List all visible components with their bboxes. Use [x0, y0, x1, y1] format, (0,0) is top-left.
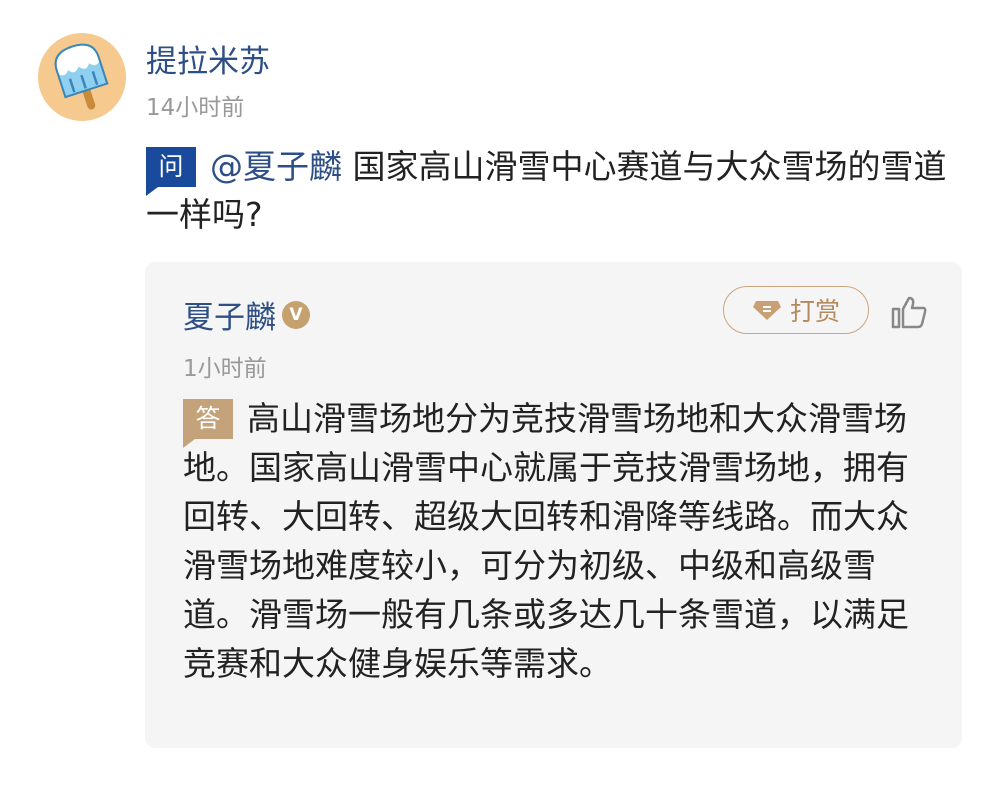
- diamond-icon: [752, 301, 781, 320]
- answer-badge: 答: [183, 399, 233, 448]
- answer-body: 答高山滑雪场地分为竞技滑雪场地和大众滑雪场地。国家高山滑雪中心就属于竞技滑雪场地…: [183, 394, 923, 688]
- like-button[interactable]: [889, 292, 929, 332]
- avatar[interactable]: [38, 33, 126, 121]
- popsicle-icon: [54, 43, 109, 110]
- tip-button[interactable]: 打赏: [723, 286, 869, 334]
- question: 问 @夏子麟 国家高山滑雪中心赛道与大众雪场的雪道一样吗?: [146, 143, 962, 239]
- question-badge: 问: [146, 147, 196, 196]
- answer-text: 高山滑雪场地分为竞技滑雪场地和大众滑雪场地。国家高山滑雪中心就属于竞技滑雪场地，…: [183, 399, 909, 683]
- answer-card: 夏子麟 V 打赏 1小时前 答高山滑雪场地分为竞技滑雪场地和大众滑雪场地。国家高…: [145, 262, 962, 748]
- mention-link[interactable]: @夏子麟: [210, 147, 342, 186]
- post-timestamp: 14小时前: [146, 95, 245, 121]
- answer-timestamp: 1小时前: [183, 356, 267, 382]
- tip-label: 打赏: [789, 297, 840, 326]
- thumbs-up-icon: [891, 296, 927, 329]
- post-author-name[interactable]: 提拉米苏: [146, 36, 270, 81]
- verified-badge-icon: V: [282, 300, 310, 329]
- answer-author-name[interactable]: 夏子麟: [183, 292, 276, 337]
- answer-author[interactable]: 夏子麟 V: [183, 292, 310, 337]
